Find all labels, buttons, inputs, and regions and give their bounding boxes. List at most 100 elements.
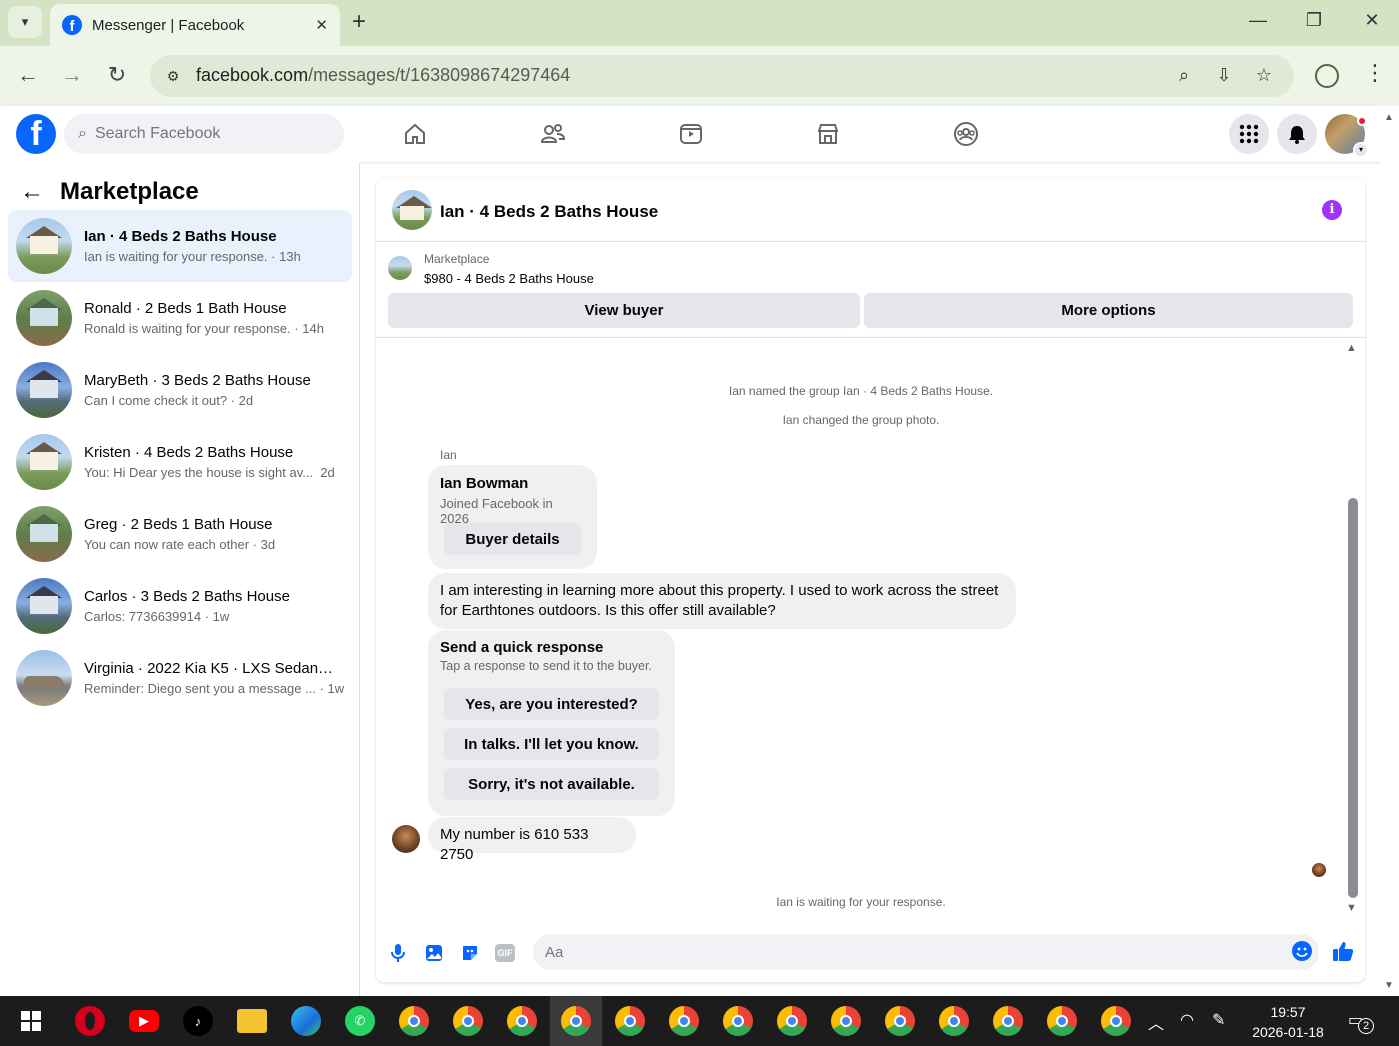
back-arrow-icon[interactable]: ← [20,178,44,206]
info-icon[interactable]: i [1322,200,1342,220]
site-info-icon[interactable]: ⚙ [162,65,184,87]
facebook-logo-icon[interactable]: f [16,114,56,154]
opera-icon[interactable] [75,1006,105,1036]
buyer-details-button[interactable]: Buyer details [444,523,581,555]
search-input[interactable] [94,125,315,143]
chrome-profile-icon[interactable] [1101,1006,1131,1036]
conversation-time: · 2d [230,393,254,408]
marketplace-title: Marketplace [60,178,199,205]
conversation-item[interactable]: Ronald · 2 Beds 1 Bath House Ronald is w… [8,282,352,354]
install-app-icon[interactable]: ⇩ [1212,65,1236,86]
wifi-icon[interactable]: ◠ [1180,1010,1194,1030]
notifications-bell-icon[interactable] [1277,114,1317,154]
conversation-item[interactable]: Carlos · 3 Beds 2 Baths House Carlos: 77… [8,570,352,642]
chat-scrollbar[interactable]: ▲ ▼ [1346,342,1360,917]
groups-icon[interactable] [951,120,981,148]
new-tab-button[interactable]: + [352,8,366,36]
photo-icon[interactable] [423,942,445,964]
chrome-profile-icon[interactable] [453,1006,483,1036]
microphone-icon[interactable] [387,942,409,964]
windows-start-icon[interactable] [16,1006,46,1036]
browser-profile-icon[interactable] [1315,64,1339,88]
conversation-item[interactable]: Greg · 2 Beds 1 Bath House You can now r… [8,498,352,570]
scroll-up-arrow-icon[interactable]: ▲ [1346,342,1357,354]
chrome-profile-icon[interactable] [777,1006,807,1036]
close-tab-icon[interactable]: ✕ [315,16,328,34]
tiktok-icon[interactable]: ♪ [183,1006,213,1036]
chrome-profile-icon[interactable] [723,1006,753,1036]
chat-header: Ian · 4 Beds 2 Baths House i [376,178,1365,242]
chevron-down-icon: ▾ [1353,142,1369,158]
chrome-profile-icon[interactable] [885,1006,915,1036]
quick-response-option[interactable]: Sorry, it's not available. [444,768,659,800]
conversation-item[interactable]: Kristen · 4 Beds 2 Baths House You: Hi D… [8,426,352,498]
emoji-icon[interactable] [1292,941,1312,961]
quick-response-option[interactable]: Yes, are you interested? [444,688,659,720]
chrome-profile-icon[interactable] [993,1006,1023,1036]
friends-icon[interactable] [538,120,568,148]
chrome-profile-icon[interactable] [507,1006,537,1036]
conversation-item[interactable]: Virginia · 2022 Kia K5 · LXS Sedan ... R… [8,642,352,714]
close-window-icon[interactable]: ✕ [1360,10,1384,31]
view-buyer-button[interactable]: View buyer [388,293,860,328]
thumbs-up-icon[interactable] [1332,940,1354,968]
gif-icon[interactable]: GIF [495,944,515,962]
conversation-snippet: Ian is waiting for your response. [84,249,268,264]
chrome-profile-icon[interactable] [399,1006,429,1036]
conversation-name: Virginia · 2022 Kia K5 · LXS Sedan ... [84,660,334,677]
account-avatar[interactable]: ▾ [1325,114,1369,158]
conversation-item[interactable]: Ian · 4 Beds 2 Baths House Ian is waitin… [8,210,352,282]
video-icon[interactable] [676,120,706,148]
edge-icon[interactable] [291,1006,321,1036]
message-text: I am interesting in learning more about … [440,582,999,619]
conversation-item[interactable]: MaryBeth · 3 Beds 2 Baths House Can I co… [8,354,352,426]
listing-avatar [388,256,412,280]
chrome-profile-icon[interactable] [615,1006,645,1036]
pen-icon[interactable]: ✎ [1212,1010,1225,1030]
sender-avatar[interactable] [392,825,420,853]
chrome-profile-icon[interactable] [669,1006,699,1036]
marketplace-icon[interactable] [813,120,843,148]
browser-menu-icon[interactable]: ⋮ [1364,60,1386,86]
listing-price-title[interactable]: $980 - 4 Beds 2 Baths House [424,271,594,286]
quick-response-option[interactable]: In talks. I'll let you know. [444,728,659,760]
show-hidden-icons-icon[interactable]: ︿ [1148,1010,1164,1034]
browser-tab-messenger[interactable]: f Messenger | Facebook ✕ [50,4,340,46]
scroll-down-arrow-icon[interactable]: ▼ [1346,902,1357,914]
chat-title[interactable]: Ian · 4 Beds 2 Baths House [440,202,658,222]
restore-icon[interactable]: ❐ [1302,10,1326,31]
youtube-icon[interactable]: ▶ [129,1010,159,1032]
chat-group-avatar[interactable] [392,190,432,230]
sticker-icon[interactable] [459,942,481,964]
scroll-down-arrow-icon[interactable]: ▼ [1384,980,1394,991]
conversation-snippet: You: Hi Dear yes the house is sight av..… [84,465,314,480]
system-message: Ian changed the group photo. [782,413,940,427]
page-scrollbar[interactable]: ▲ ▼ [1380,106,1399,996]
url-text[interactable]: facebook.com/messages/t/1638098674297464 [196,65,570,86]
scrollbar-thumb[interactable] [1348,498,1358,898]
scroll-up-arrow-icon[interactable]: ▲ [1384,112,1394,123]
chrome-profile-icon[interactable] [561,1006,591,1036]
chrome-profile-icon[interactable] [1047,1006,1077,1036]
notification-center-icon[interactable]: ▭ 2 [1348,1010,1374,1034]
tab-search-button[interactable]: ▾ [8,6,42,38]
address-bar[interactable]: ⚙ facebook.com/messages/t/16380986742974… [150,55,1294,97]
message-input[interactable] [533,934,1319,970]
more-options-button[interactable]: More options [864,293,1353,328]
minimize-icon[interactable]: — [1246,10,1270,31]
chrome-profile-icon[interactable] [831,1006,861,1036]
back-icon[interactable]: ← [14,62,42,88]
whatsapp-icon[interactable]: ✆ [345,1006,375,1036]
windows-taskbar: ▶ ♪ ✆ ︿ ◠ ✎ 19:57 2026-01-18 ▭ 2 [0,996,1399,1046]
facebook-search[interactable]: ⌕ [64,114,344,154]
bookmark-star-icon[interactable]: ☆ [1252,65,1276,86]
menu-grid-icon[interactable] [1229,114,1269,154]
home-icon[interactable] [400,120,430,148]
reload-icon[interactable]: ↻ [103,62,131,88]
listing-thumbnail [16,362,72,418]
chrome-profile-icon[interactable] [939,1006,969,1036]
clock[interactable]: 19:57 2026-01-18 [1250,1002,1326,1042]
forward-icon[interactable]: → [58,62,86,88]
zoom-icon[interactable]: ⌕ [1172,65,1196,86]
file-explorer-icon[interactable] [237,1009,267,1033]
